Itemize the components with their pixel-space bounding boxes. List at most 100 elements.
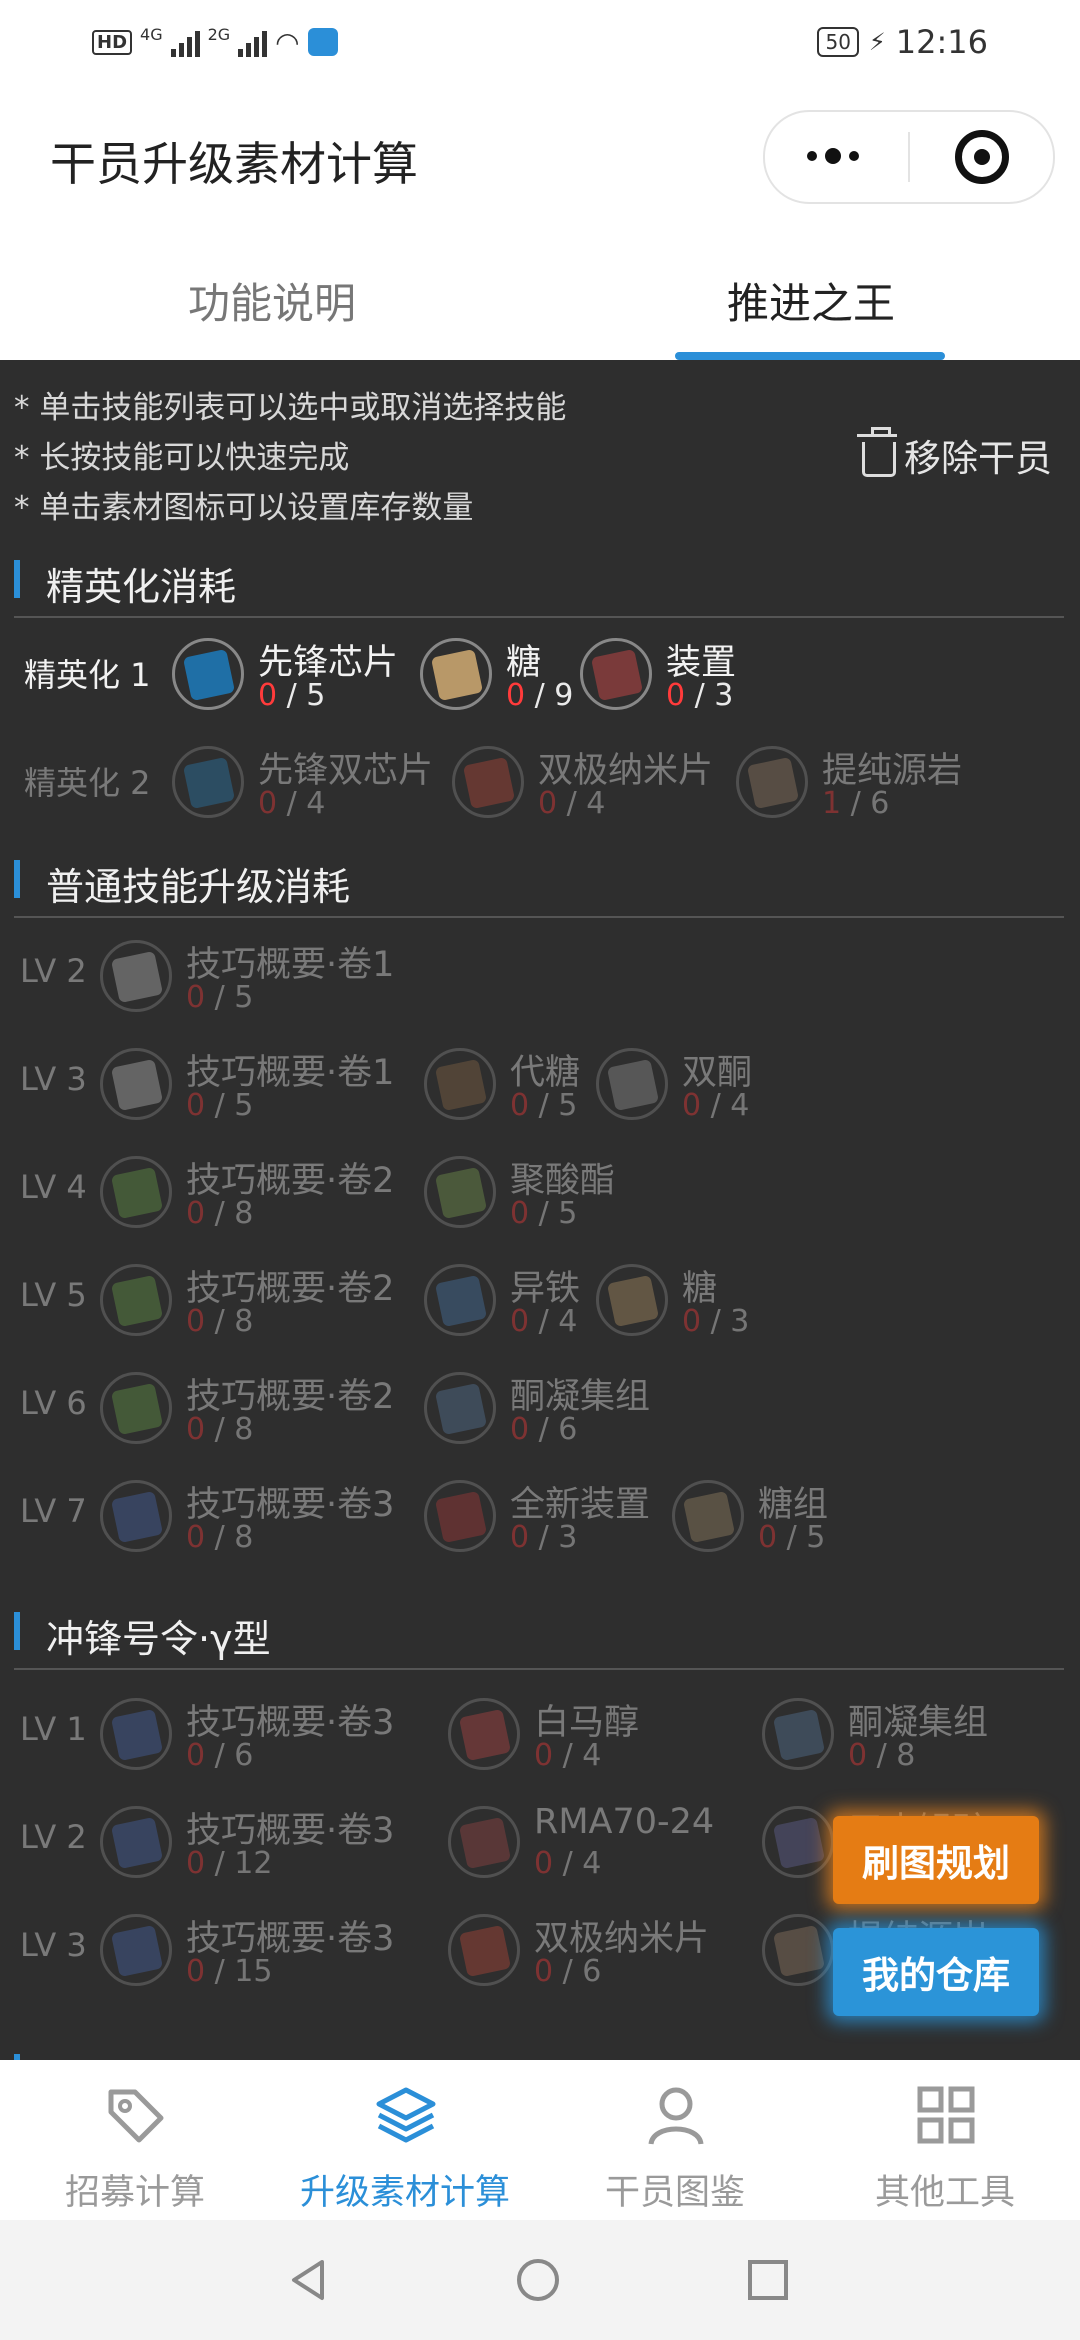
material-item[interactable]: 技巧概要·卷1 0 / 5	[100, 1044, 420, 1128]
home-icon[interactable]	[516, 2258, 560, 2302]
stock-count: 0	[534, 1846, 554, 1881]
material-icon[interactable]	[452, 746, 524, 818]
row-label[interactable]: LV 2	[20, 952, 87, 990]
row-label[interactable]: LV 6	[20, 1384, 87, 1422]
row-label[interactable]: LV 3	[20, 1060, 87, 1098]
material-count: 0 / 8	[848, 1738, 915, 1773]
stock-count: 0	[258, 786, 278, 821]
row-label[interactable]: LV 7	[20, 1492, 87, 1530]
material-icon[interactable]	[100, 1480, 172, 1552]
material-item[interactable]: 双极纳米片 0 / 6	[448, 1910, 768, 1994]
material-icon[interactable]	[100, 1806, 172, 1878]
nav-other-tools[interactable]: 其他工具	[810, 2060, 1080, 2220]
material-icon[interactable]	[424, 1264, 496, 1336]
section-header-skill-charge: 冲锋号令·γ型	[14, 1598, 1064, 1670]
material-count: 0 / 6	[534, 1954, 601, 1989]
material-icon[interactable]	[448, 1806, 520, 1878]
tab-operator[interactable]: 推进之王	[727, 270, 895, 331]
tab-instructions[interactable]: 功能说明	[188, 270, 356, 331]
material-icon[interactable]	[596, 1048, 668, 1120]
material-icon[interactable]	[100, 1156, 172, 1228]
material-count: 0 / 5	[258, 678, 325, 713]
row-label[interactable]: LV 1	[20, 1710, 87, 1748]
farming-plan-button[interactable]: 刷图规划	[833, 1816, 1039, 1904]
more-icon[interactable]	[807, 148, 859, 164]
required-count: / 6	[529, 1412, 578, 1447]
row-label[interactable]: LV 3	[20, 1926, 87, 1964]
hd-badge: HD	[92, 29, 133, 55]
material-icon[interactable]	[762, 1914, 834, 1986]
material-item[interactable]: 技巧概要·卷3 0 / 12	[100, 1802, 420, 1886]
status-bar: HD 4G 2G ◠ 50 ⚡ 12:16	[0, 0, 1080, 84]
material-item[interactable]: 酮凝集组 0 / 8	[762, 1694, 1080, 1778]
close-miniprogram-icon[interactable]	[955, 130, 1009, 184]
row-label[interactable]: 精英化 1	[24, 650, 151, 696]
remove-operator-button[interactable]: 移除干员	[857, 426, 1052, 482]
material-icon[interactable]	[580, 638, 652, 710]
material-item[interactable]: 提纯源岩 1 / 6	[736, 742, 1056, 826]
material-icon[interactable]	[596, 1264, 668, 1336]
material-icon[interactable]	[172, 746, 244, 818]
material-item[interactable]: 技巧概要·卷2 0 / 8	[100, 1368, 420, 1452]
nav-recruit[interactable]: 招募计算	[0, 2060, 270, 2220]
material-count: 0 / 9	[506, 678, 573, 713]
material-item[interactable]: 白马醇 0 / 4	[448, 1694, 768, 1778]
row-label[interactable]: LV 4	[20, 1168, 87, 1206]
material-item[interactable]: 技巧概要·卷3 0 / 6	[100, 1694, 420, 1778]
material-icon[interactable]	[448, 1698, 520, 1770]
stock-count: 0	[510, 1088, 530, 1123]
material-icon[interactable]	[424, 1480, 496, 1552]
nav-operator-handbook[interactable]: 干员图鉴	[540, 2060, 810, 2220]
material-icon[interactable]	[100, 1264, 172, 1336]
stock-count: 0	[506, 678, 526, 713]
stock-count: 0	[510, 1304, 530, 1339]
material-icon[interactable]	[762, 1698, 834, 1770]
material-icon[interactable]	[448, 1914, 520, 1986]
material-item[interactable]: 糖组 0 / 5	[672, 1476, 992, 1560]
material-item[interactable]: 技巧概要·卷2 0 / 8	[100, 1152, 420, 1236]
material-icon[interactable]	[420, 638, 492, 710]
required-count: / 6	[841, 786, 890, 821]
charging-icon: ⚡	[868, 28, 886, 56]
material-item[interactable]: 先锋双芯片 0 / 4	[172, 742, 492, 826]
material-item[interactable]: 聚酸酯 0 / 5	[424, 1152, 744, 1236]
material-icon[interactable]	[672, 1480, 744, 1552]
material-item[interactable]: 技巧概要·卷3 0 / 15	[100, 1910, 420, 1994]
row-label[interactable]: LV 2	[20, 1818, 87, 1856]
material-item[interactable]: 技巧概要·卷3 0 / 8	[100, 1476, 420, 1560]
my-warehouse-button[interactable]: 我的仓库	[833, 1928, 1039, 2016]
material-item[interactable]: RMA70-24 0 / 4	[448, 1802, 768, 1886]
row-label[interactable]: LV 5	[20, 1276, 87, 1314]
nav-label: 其他工具	[874, 2173, 1015, 2213]
material-icon[interactable]	[172, 638, 244, 710]
material-item[interactable]: 装置 0 / 3	[580, 634, 900, 718]
material-icon[interactable]	[736, 746, 808, 818]
material-icon[interactable]	[100, 1372, 172, 1444]
material-icon[interactable]	[100, 1698, 172, 1770]
required-count: / 15	[205, 1954, 273, 1989]
required-count: / 4	[277, 786, 326, 821]
material-item[interactable]: 技巧概要·卷2 0 / 8	[100, 1260, 420, 1344]
stock-count: 0	[186, 1846, 206, 1881]
material-icon[interactable]	[424, 1156, 496, 1228]
material-item[interactable]: 糖0 / 3	[596, 1260, 916, 1344]
row-label[interactable]: 精英化 2	[24, 758, 151, 804]
material-icon[interactable]	[424, 1372, 496, 1444]
section-title: 精英化消耗	[46, 565, 237, 609]
material-item[interactable]: 双极纳米片 0 / 4	[452, 742, 772, 826]
material-icon[interactable]	[762, 1806, 834, 1878]
material-icon[interactable]	[100, 1048, 172, 1120]
required-count: / 5	[529, 1088, 578, 1123]
material-icon[interactable]	[100, 1914, 172, 1986]
material-item[interactable]: 酮凝集组 0 / 6	[424, 1368, 744, 1452]
material-icon[interactable]	[424, 1048, 496, 1120]
section-title: 冲锋号令·γ型	[46, 1617, 271, 1661]
person-icon	[648, 2087, 704, 2145]
material-icon[interactable]	[100, 940, 172, 1012]
stock-count: 0	[186, 1954, 206, 1989]
nav-upgrade-materials[interactable]: 升级素材计算	[270, 2060, 540, 2220]
back-icon[interactable]	[286, 2258, 330, 2302]
material-item[interactable]: 技巧概要·卷1 0 / 5	[100, 936, 420, 1020]
recents-icon[interactable]	[746, 2258, 790, 2302]
material-item[interactable]: 双酮 0 / 4	[596, 1044, 916, 1128]
